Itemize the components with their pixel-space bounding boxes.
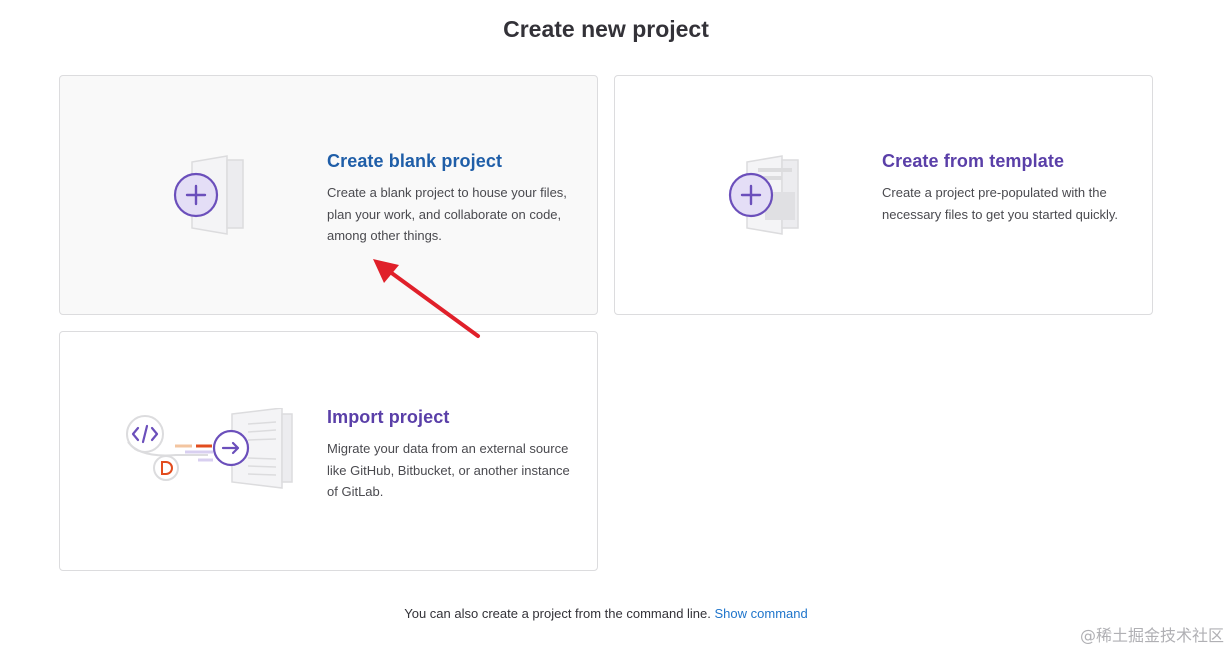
card-description: Create a blank project to house your fil… xyxy=(327,185,567,243)
footer-text: You can also create a project from the c… xyxy=(404,606,711,621)
import-project-card[interactable]: Import project Migrate your data from an… xyxy=(59,331,598,571)
card-title: Import project xyxy=(327,407,450,427)
card-title: Create blank project xyxy=(327,151,503,171)
create-from-template-card[interactable]: Create from template Create a project pr… xyxy=(614,75,1153,315)
template-plus-icon xyxy=(720,152,810,238)
command-line-hint: You can also create a project from the c… xyxy=(0,606,1212,621)
show-command-link[interactable]: Show command xyxy=(715,606,808,621)
create-blank-project-card[interactable]: Create blank project Create a blank proj… xyxy=(59,75,598,315)
document-plus-icon xyxy=(165,152,255,238)
card-description: Migrate your data from an external sourc… xyxy=(327,441,570,499)
card-description: Create a project pre-populated with the … xyxy=(882,185,1119,222)
card-title: Create from template xyxy=(882,151,1065,171)
watermark: @稀土掘金技术社区 xyxy=(1079,626,1224,645)
import-arrow-icon xyxy=(120,407,300,494)
new-project-page: Create new project Create blank project … xyxy=(0,0,1232,652)
page-title: Create new project xyxy=(503,16,709,42)
